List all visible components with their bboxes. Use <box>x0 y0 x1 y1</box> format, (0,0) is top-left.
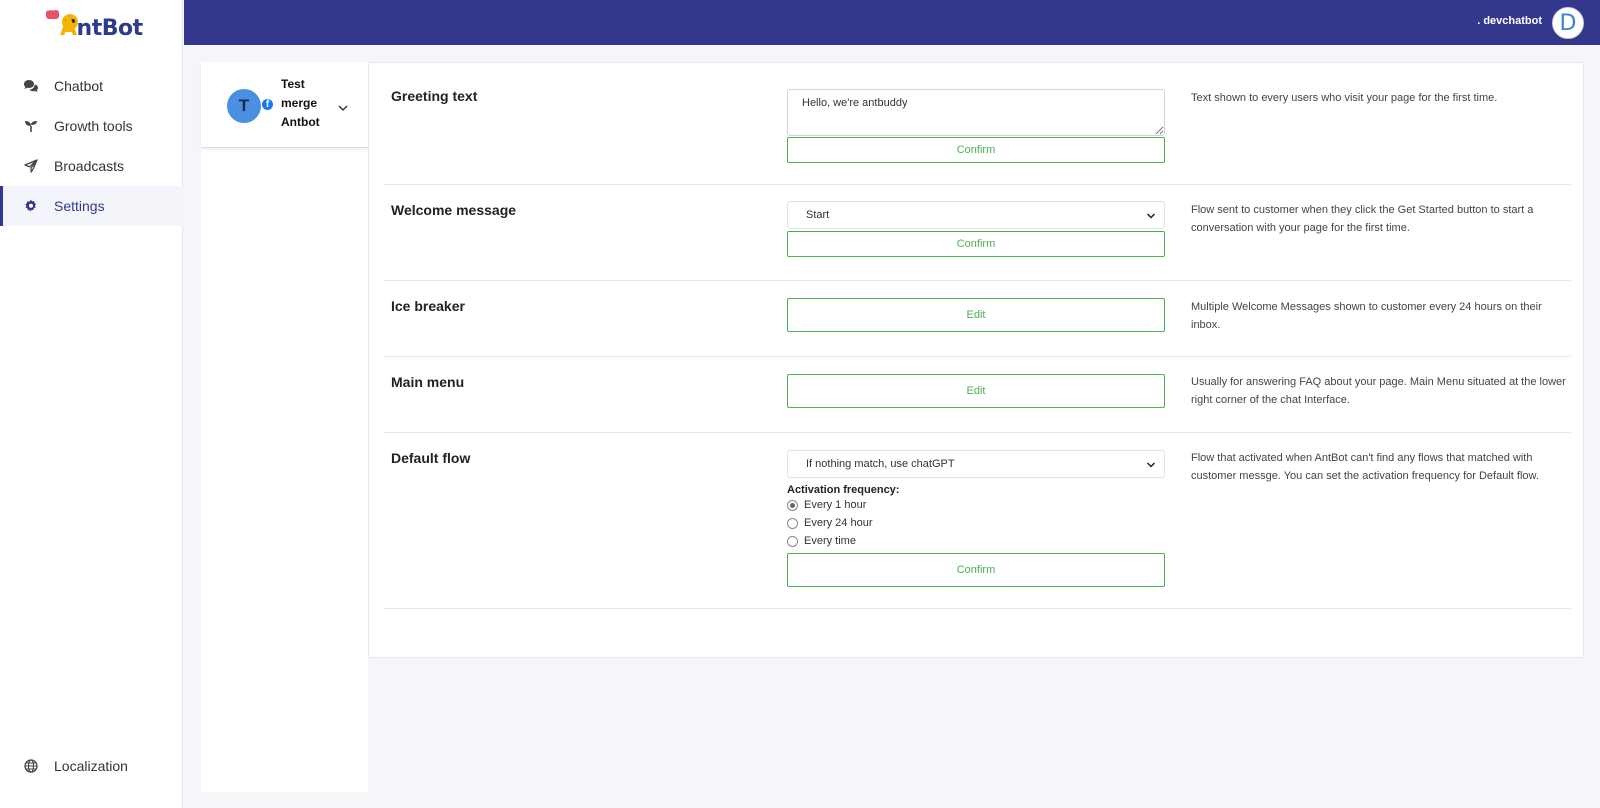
main-menu-controls: Edit <box>787 374 1165 408</box>
facebook-icon: f <box>261 98 274 111</box>
welcome-message-controls: Start Confirm <box>787 201 1165 257</box>
default-flow-select[interactable]: If nothing match, use chatGPT <box>787 450 1165 478</box>
greeting-text-description: Text shown to every users who visit your… <box>1191 92 1498 104</box>
sidebar-item-localization[interactable]: Localization <box>0 751 183 781</box>
user-avatar[interactable]: D <box>1552 7 1584 39</box>
sidebar-item-label: Growth tools <box>54 118 133 134</box>
page-selector-card[interactable]: T f Test merge Antbot <box>201 62 368 148</box>
paper-plane-icon <box>22 157 40 175</box>
logo-text: AntBot <box>60 16 143 41</box>
radio-label: Every 24 hour <box>804 517 873 529</box>
radio-button[interactable] <box>787 535 798 547</box>
sidebar-bottom: Localization <box>0 751 183 781</box>
welcome-message-row: Welcome message Start Confirm Flow sent … <box>383 185 1571 281</box>
greeting-confirm-button[interactable]: Confirm <box>787 137 1165 163</box>
main-menu-description: Usually for answering FAQ about your pag… <box>1191 376 1566 406</box>
ice-breaker-row: Ice breaker Edit Multiple Welcome Messag… <box>383 281 1571 357</box>
gear-icon <box>22 197 40 215</box>
sidebar-nav: Chatbot Growth tools Broadcasts Settings <box>0 66 183 226</box>
activation-frequency-label: Activation frequency: <box>787 484 900 496</box>
sidebar-item-label: Broadcasts <box>54 158 125 174</box>
greeting-text-input[interactable]: Hello, we're antbuddy <box>787 89 1165 136</box>
ice-breaker-description: Multiple Welcome Messages shown to custo… <box>1191 301 1542 331</box>
chat-bubble-icon <box>46 3 59 19</box>
greeting-text-title: Greeting text <box>391 88 478 104</box>
greeting-text-row: Greeting text Hello, we're antbuddy Conf… <box>383 63 1571 185</box>
sidebar-item-broadcasts[interactable]: Broadcasts <box>0 146 183 186</box>
main-menu-row: Main menu Edit Usually for answering FAQ… <box>383 357 1571 433</box>
chevron-down-icon <box>1146 462 1156 468</box>
top-header: . devchatbot D <box>184 0 1600 45</box>
ice-breaker-controls: Edit <box>787 298 1165 332</box>
sidebar-item-label: Chatbot <box>54 78 104 94</box>
radio-button[interactable] <box>787 517 798 529</box>
default-flow-title: Default flow <box>391 450 471 466</box>
avatar-letter: D <box>1559 10 1577 36</box>
page-name: Test merge Antbot <box>281 77 320 129</box>
sidebar-item-chatbot[interactable]: Chatbot <box>0 66 183 106</box>
default-flow-confirm-button[interactable]: Confirm <box>787 553 1165 587</box>
welcome-flow-selected: Start <box>806 209 830 221</box>
antbot-logo[interactable]: AntBot <box>44 3 144 42</box>
chevron-down-icon[interactable] <box>337 102 349 114</box>
radio-label: Every 1 hour <box>804 499 867 511</box>
sprout-icon <box>22 117 40 135</box>
default-flow-row: Default flow If nothing match, use chatG… <box>383 433 1571 609</box>
chat-bubbles-icon <box>22 77 40 95</box>
main-menu-edit-button[interactable]: Edit <box>787 374 1165 408</box>
frequency-option-1-hour[interactable]: Every 1 hour <box>787 496 1165 514</box>
page-selector-panel: T f Test merge Antbot <box>201 62 368 792</box>
default-flow-description: Flow that activated when AntBot can't fi… <box>1191 452 1539 482</box>
ice-breaker-edit-button[interactable]: Edit <box>787 298 1165 332</box>
default-flow-selected: If nothing match, use chatGPT <box>806 458 955 470</box>
radio-button[interactable] <box>787 499 798 511</box>
chevron-down-icon <box>1146 213 1156 219</box>
settings-panel: Greeting text Hello, we're antbuddy Conf… <box>368 62 1584 658</box>
greeting-text-controls: Hello, we're antbuddy Confirm <box>787 89 1165 163</box>
sidebar: AntBot Chatbot Growth tools Broadcasts S… <box>0 0 183 808</box>
welcome-message-description: Flow sent to customer when they click th… <box>1191 204 1534 234</box>
sidebar-item-label: Settings <box>54 198 105 214</box>
sidebar-item-growth-tools[interactable]: Growth tools <box>0 106 183 146</box>
frequency-option-every-time[interactable]: Every time <box>787 532 1165 550</box>
default-flow-controls: If nothing match, use chatGPT Activation… <box>787 450 1165 587</box>
frequency-option-24-hour[interactable]: Every 24 hour <box>787 514 1165 532</box>
sidebar-item-settings[interactable]: Settings <box>0 186 183 226</box>
globe-icon <box>22 757 40 775</box>
main-menu-title: Main menu <box>391 374 465 390</box>
welcome-confirm-button[interactable]: Confirm <box>787 231 1165 257</box>
page-avatar-letter: T <box>238 96 250 115</box>
page-avatar: T <box>227 89 261 123</box>
user-name[interactable]: . devchatbot <box>1477 15 1542 27</box>
sidebar-item-label: Localization <box>54 758 128 774</box>
radio-label: Every time <box>804 535 856 547</box>
ice-breaker-title: Ice breaker <box>391 298 465 314</box>
welcome-message-title: Welcome message <box>391 202 517 218</box>
welcome-flow-select[interactable]: Start <box>787 201 1165 229</box>
